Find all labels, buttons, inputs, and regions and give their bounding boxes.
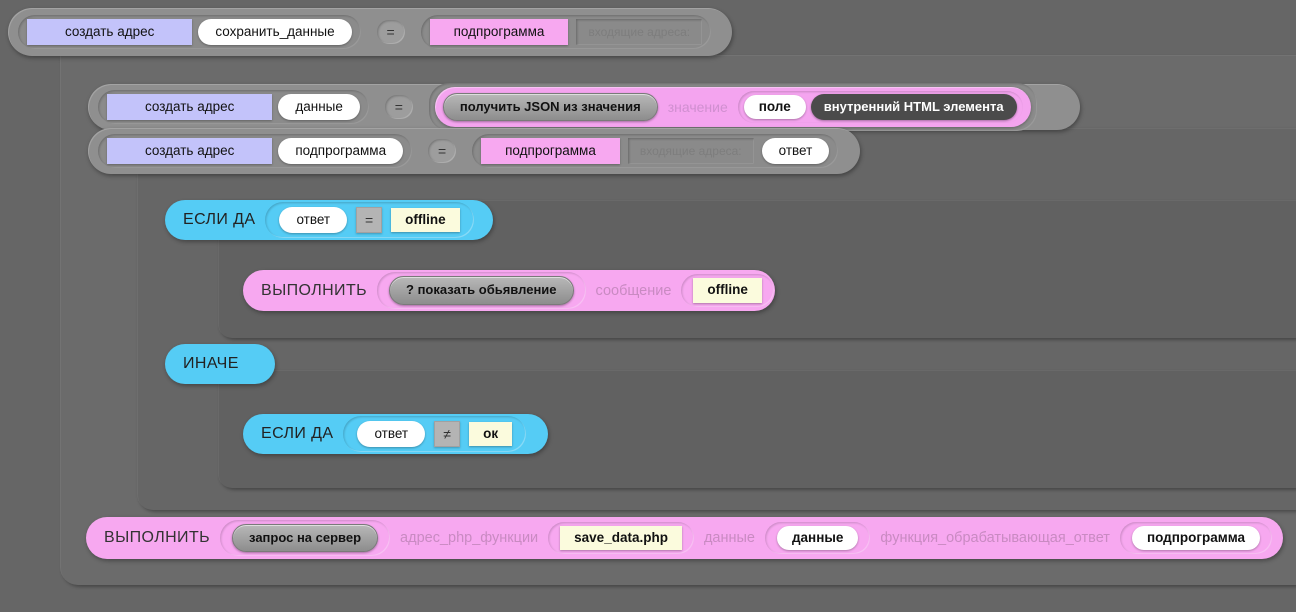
php-url-param-label: адрес_php_функции xyxy=(400,530,539,546)
variable-name-field-3[interactable]: подпрограмма xyxy=(278,137,404,165)
statement-define-data[interactable]: создать адрес данные = получить JSON из … xyxy=(88,82,1080,132)
equals-operator-3[interactable]: = xyxy=(428,139,457,163)
variable-name-field-2[interactable]: данные xyxy=(278,93,360,121)
if-keyword-2: ЕСЛИ ДА xyxy=(261,425,334,442)
data-value-slot[interactable]: данные xyxy=(764,521,871,555)
equals-operator-2[interactable]: = xyxy=(384,95,413,119)
variable-name-field[interactable]: сохранить_данные xyxy=(198,18,352,46)
callback-value-slot[interactable]: подпрограмма xyxy=(1119,521,1273,555)
do-block-show-message[interactable]: ВЫПОЛНИТЬ ? показать обьявление сообщени… xyxy=(243,270,775,311)
php-url-value-slot[interactable]: save_data.php xyxy=(548,521,694,555)
assignment-left-group-2[interactable]: создать адрес данные xyxy=(98,89,369,125)
condition-left-value[interactable]: ответ xyxy=(279,206,348,234)
create-address-chip-3[interactable]: создать адрес xyxy=(107,137,273,165)
equals-operator[interactable]: = xyxy=(376,20,405,44)
else-block[interactable]: ИНАЧЕ xyxy=(165,344,275,384)
else-keyword: ИНАЧЕ xyxy=(183,355,239,372)
do-keyword-2: ВЫПОЛНИТЬ xyxy=(104,529,211,546)
assignment-right-group[interactable]: подпрограмма входящие адреса: xyxy=(420,14,712,50)
message-value[interactable]: offline xyxy=(693,278,762,303)
action-slot-server-request[interactable]: запрос на сервер xyxy=(220,519,391,557)
create-address-chip-2[interactable]: создать адрес xyxy=(107,93,273,121)
statement-define-subprogram[interactable]: создать адрес подпрограмма = подпрограмм… xyxy=(88,128,860,174)
not-equals-operator-icon[interactable]: ≠ xyxy=(434,421,461,447)
field-subexpression[interactable]: поле внутренний HTML элемента xyxy=(737,90,1023,124)
inner-html-value[interactable]: внутренний HTML элемента xyxy=(810,93,1017,121)
create-address-chip[interactable]: создать адрес xyxy=(27,18,193,46)
assignment-left-group-3[interactable]: создать адрес подпрограмма xyxy=(98,133,413,169)
type-subprogram-chip-2[interactable]: подпрограмма xyxy=(481,137,620,165)
message-value-slot[interactable]: offline xyxy=(681,274,774,307)
assignment-right-group-2[interactable]: получить JSON из значения значение поле … xyxy=(428,82,1037,132)
value-param-label: значение xyxy=(667,99,728,115)
condition-right-value[interactable]: offline xyxy=(391,207,460,233)
statement-define-save-data[interactable]: создать адрес сохранить_данные = подпрог… xyxy=(8,8,732,56)
condition-left-value-2[interactable]: ответ xyxy=(357,420,426,448)
callback-value[interactable]: подпрограмма xyxy=(1131,525,1261,551)
incoming-address-value[interactable]: ответ xyxy=(761,137,830,165)
data-value[interactable]: данные xyxy=(776,525,859,551)
if-block-not-ok[interactable]: ЕСЛИ ДА ответ ≠ ок xyxy=(243,414,548,454)
if-condition-slot-2[interactable]: ответ ≠ ок xyxy=(343,415,527,453)
get-json-function-button[interactable]: получить JSON из значения xyxy=(442,92,658,122)
assignment-left-group[interactable]: создать адрес сохранить_данные xyxy=(18,14,361,50)
message-param-label: сообщение xyxy=(595,282,672,299)
condition-right-value-2[interactable]: ок xyxy=(469,421,513,447)
if-block-offline[interactable]: ЕСЛИ ДА ответ = offline xyxy=(165,200,493,240)
assignment-right-group-3[interactable]: подпрограмма входящие адреса: ответ xyxy=(472,133,839,169)
if-condition-slot[interactable]: ответ = offline xyxy=(265,201,474,239)
visual-block-editor-canvas: { "canvas": { "background_color": "#6666… xyxy=(0,0,1296,612)
do-keyword: ВЫПОЛНИТЬ xyxy=(261,281,368,299)
data-param-label: данные xyxy=(703,530,755,546)
server-request-button[interactable]: запрос на сервер xyxy=(232,523,379,553)
type-subprogram-chip[interactable]: подпрограмма xyxy=(429,18,569,46)
show-announcement-button[interactable]: ? показать обьявление xyxy=(389,276,574,305)
incoming-addresses-input[interactable]: входящие адреса: xyxy=(576,19,703,45)
json-expression-pill[interactable]: получить JSON из значения значение поле … xyxy=(434,86,1031,128)
incoming-addresses-input-2[interactable]: входящие адреса: xyxy=(627,138,754,164)
equals-operator-icon[interactable]: = xyxy=(356,207,383,233)
do-block-server-request[interactable]: ВЫПОЛНИТЬ запрос на сервер адрес_php_фун… xyxy=(86,517,1283,559)
field-label[interactable]: поле xyxy=(743,94,806,120)
php-url-value[interactable]: save_data.php xyxy=(560,525,682,551)
action-slot-show-message[interactable]: ? показать обьявление xyxy=(377,272,586,309)
if-keyword: ЕСЛИ ДА xyxy=(183,211,256,228)
callback-param-label: функция_обрабатывающая_ответ xyxy=(880,530,1110,546)
